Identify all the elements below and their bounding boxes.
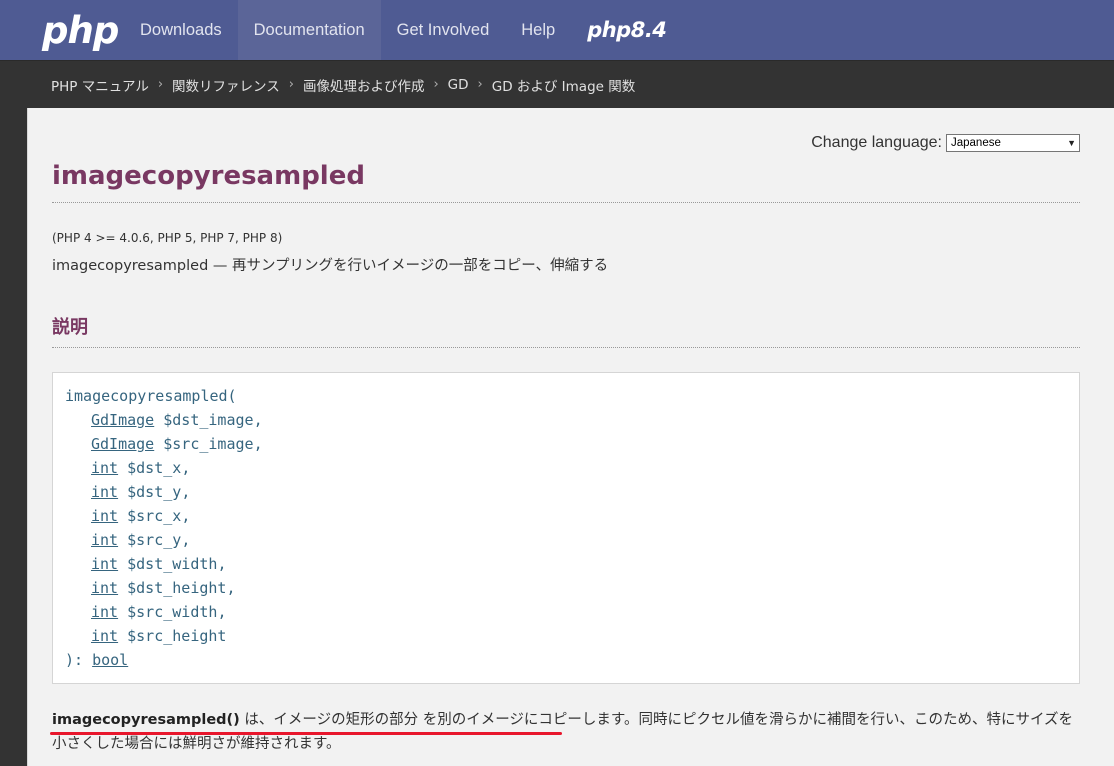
param-type-link[interactable]: GdImage xyxy=(91,435,154,453)
param-type-link[interactable]: int xyxy=(91,459,118,477)
breadcrumb-separator: › xyxy=(157,77,164,92)
param-type-link[interactable]: int xyxy=(91,507,118,525)
php-logo[interactable]: php xyxy=(0,0,124,60)
param-separator: , xyxy=(181,531,191,549)
param-type-link[interactable]: int xyxy=(91,555,118,573)
page-title: imagecopyresampled xyxy=(52,161,365,191)
param-type-link[interactable]: GdImage xyxy=(91,411,154,429)
signature-param: int $dst_x, xyxy=(65,456,1079,480)
php-logo-text: php xyxy=(42,8,119,52)
param-name: $dst_x xyxy=(127,459,182,477)
top-navbar: php Downloads Documentation Get Involved… xyxy=(0,0,1114,60)
signature-close: ): bool xyxy=(65,648,1079,672)
param-separator: , xyxy=(181,483,191,501)
title-divider xyxy=(52,202,1080,203)
section-divider xyxy=(52,347,1080,348)
language-selected-value: Japanese xyxy=(951,137,1001,149)
breadcrumb-separator: › xyxy=(477,77,483,92)
signature-param: int $src_x, xyxy=(65,504,1079,528)
nav-documentation[interactable]: Documentation xyxy=(237,0,381,60)
breadcrumb-separator: › xyxy=(288,77,294,92)
signature-open: imagecopyresampled( xyxy=(65,387,237,405)
signature-param: int $src_y, xyxy=(65,528,1079,552)
param-type-link[interactable]: int xyxy=(91,531,118,549)
signature-param: int $dst_width, xyxy=(65,552,1079,576)
param-name: $src_y xyxy=(127,531,182,549)
breadcrumb: PHP マニュアル › 関数リファレンス › 画像処理および作成 › GD › … xyxy=(0,60,1114,108)
breadcrumb-item[interactable]: 画像処理および作成 xyxy=(303,75,425,95)
param-type-link[interactable]: int xyxy=(91,579,118,597)
return-type-link[interactable]: bool xyxy=(92,651,128,669)
nav-get-involved[interactable]: Get Involved xyxy=(381,0,506,60)
param-name: $dst_height xyxy=(127,579,227,597)
signature-param: int $src_height xyxy=(65,624,1079,648)
param-separator: , xyxy=(217,603,227,621)
breadcrumb-item[interactable]: GD xyxy=(448,77,469,93)
breadcrumb-separator: › xyxy=(433,77,439,92)
param-type-link[interactable]: int xyxy=(91,627,118,645)
language-select[interactable]: Japanese ▼ xyxy=(946,134,1080,152)
param-name: $src_height xyxy=(127,627,227,645)
breadcrumb-item[interactable]: PHP マニュアル xyxy=(51,75,149,95)
php-version-logo-text: php8.4 xyxy=(587,18,667,42)
param-name: $src_x xyxy=(127,507,182,525)
breadcrumb-item[interactable]: GD および Image 関数 xyxy=(492,75,636,95)
param-name: $src_image xyxy=(163,435,254,453)
method-signature: imagecopyresampled( GdImage $dst_image, G… xyxy=(52,372,1080,684)
param-type-link[interactable]: int xyxy=(91,603,118,621)
signature-param: int $dst_height, xyxy=(65,576,1079,600)
signature-param: int $src_width, xyxy=(65,600,1079,624)
param-name: $src_width xyxy=(127,603,218,621)
language-label: Change language: xyxy=(811,134,942,151)
param-name: $dst_width xyxy=(127,555,218,573)
signature-param: int $dst_y, xyxy=(65,480,1079,504)
param-type-link[interactable]: int xyxy=(91,483,118,501)
php-version-logo[interactable]: php8.4 xyxy=(571,0,667,60)
signature-close-text: ): xyxy=(65,651,93,669)
breadcrumb-item[interactable]: 関数リファレンス xyxy=(172,75,280,95)
param-name: $dst_y xyxy=(127,483,182,501)
param-separator: , xyxy=(181,507,191,525)
content-panel: Change language: Japanese ▼ imagecopyres… xyxy=(27,108,1114,766)
nav-help[interactable]: Help xyxy=(505,0,571,60)
param-separator: , xyxy=(181,459,191,477)
param-separator: , xyxy=(253,411,263,429)
signature-param: GdImage $src_image, xyxy=(65,432,1079,456)
signature-param: GdImage $dst_image, xyxy=(65,408,1079,432)
chevron-down-icon: ▼ xyxy=(1067,138,1076,148)
function-purpose: imagecopyresampled — 再サンプリングを行いイメージの一部をコ… xyxy=(52,258,609,274)
version-info: (PHP 4 >= 4.0.6, PHP 5, PHP 7, PHP 8) xyxy=(52,231,283,245)
param-name: $dst_image xyxy=(163,411,254,429)
section-title-description: 説明 xyxy=(52,317,88,338)
function-name: imagecopyresampled() xyxy=(52,712,240,728)
param-separator: , xyxy=(217,555,227,573)
red-underline-annotation xyxy=(50,732,562,735)
nav-downloads[interactable]: Downloads xyxy=(124,0,238,60)
param-separator: , xyxy=(226,579,236,597)
param-separator: , xyxy=(253,435,263,453)
language-switcher: Change language: Japanese ▼ xyxy=(811,134,1080,152)
